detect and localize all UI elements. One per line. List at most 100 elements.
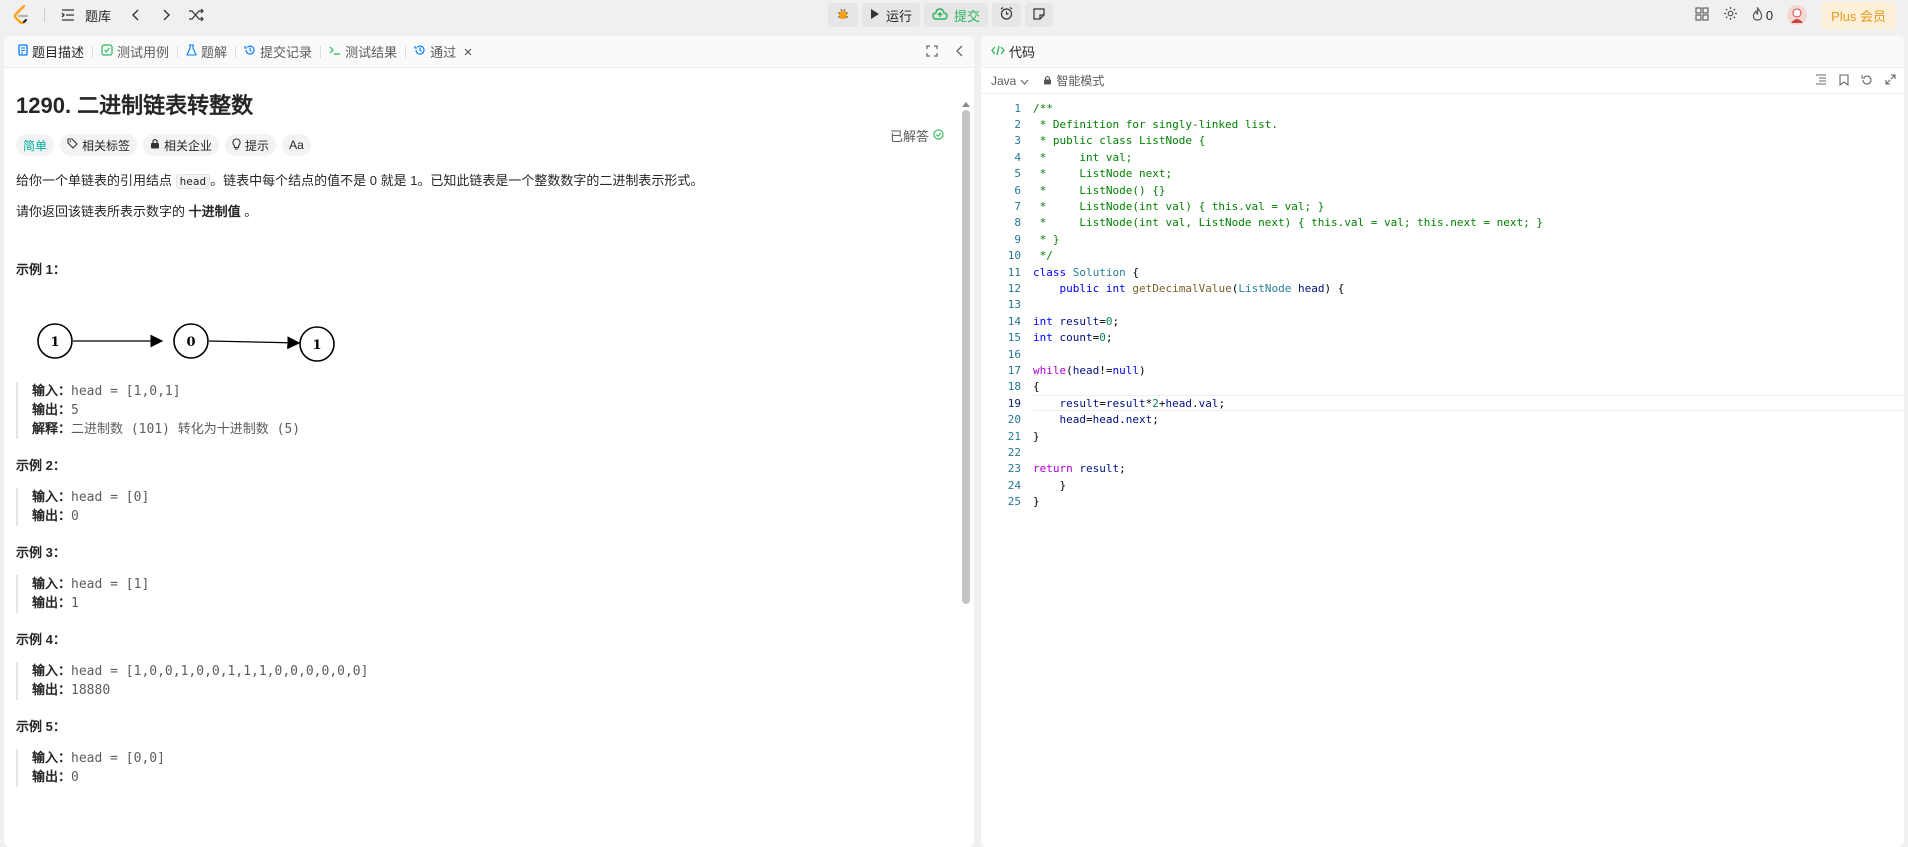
top-bar: 题库 运行 提交 0 Plus 会员 — [0, 0, 1908, 30]
example-block: 输入：head = [1] 输出：1 — [16, 575, 962, 613]
tab-test-result-label: 测试结果 — [345, 45, 398, 60]
line-number: 7 — [1014, 200, 1021, 214]
submit-button[interactable]: 提交 — [924, 3, 989, 27]
alarm-clock-icon — [1000, 7, 1013, 23]
run-button[interactable]: 运行 — [862, 3, 921, 27]
related-tags-label: 相关标签 — [82, 138, 131, 153]
timer-button[interactable] — [992, 3, 1022, 27]
input-label: 输入： — [32, 489, 72, 504]
code-header: 代码 — [981, 36, 1904, 68]
code-line: 23 return result; — [981, 461, 1904, 477]
terminal-icon — [329, 44, 341, 59]
desc1-text-a: 给你一个单链表的引用结点 — [16, 173, 176, 188]
lock-icon — [1043, 74, 1052, 88]
tab-description[interactable]: 题目描述 — [12, 42, 90, 61]
chevron-right-icon[interactable] — [155, 4, 177, 26]
description-content: 1290. 二进制链表转整数 已解答 简单 相关标签 相关企业 提示 Aa 给你… — [4, 68, 974, 847]
line-number: 14 — [1007, 314, 1021, 328]
close-icon[interactable] — [464, 44, 472, 59]
tab-solutions[interactable]: 题解 — [180, 42, 233, 61]
line-number: 10 — [1007, 249, 1021, 263]
line-number: 1 — [1014, 101, 1021, 115]
code-line: 12 public int getDecimalValue(ListNode h… — [981, 280, 1904, 296]
example-title: 示例 5： — [16, 719, 66, 734]
language-select[interactable]: Java — [991, 74, 1029, 88]
play-icon — [870, 8, 880, 23]
shuffle-icon[interactable] — [185, 4, 207, 26]
scroll-up-arrow[interactable] — [962, 102, 970, 107]
tab-testcase[interactable]: 测试用例 — [95, 42, 175, 61]
input-label: 输入： — [32, 576, 72, 591]
smart-mode-toggle[interactable]: 智能模式 — [1043, 72, 1104, 89]
collapse-chevron-icon[interactable] — [956, 45, 964, 60]
translate-button[interactable]: Aa — [282, 134, 311, 156]
line-number: 6 — [1014, 183, 1021, 197]
submit-label: 提交 — [954, 8, 981, 24]
output-label: 输出： — [32, 682, 72, 697]
note-icon — [1033, 7, 1045, 23]
bookmark-icon[interactable] — [1839, 73, 1849, 89]
reset-icon[interactable] — [1861, 74, 1873, 89]
code-editor[interactable]: 1/** 2 * Definition for singly-linked li… — [981, 94, 1904, 510]
scrollbar-thumb[interactable] — [962, 110, 970, 604]
notes-button[interactable] — [1025, 3, 1054, 27]
code-line: 18{ — [981, 379, 1904, 395]
fullscreen-icon[interactable] — [926, 44, 938, 60]
left-tabs: 题目描述 测试用例 题解 提交记录 测试结果 通过 — [4, 36, 974, 68]
code-line: 7 * ListNode(int val) { this.val = val; … — [981, 198, 1904, 214]
tab-submissions[interactable]: 提交记录 — [238, 42, 318, 61]
gear-icon[interactable] — [1723, 6, 1738, 24]
leetcode-logo[interactable] — [12, 5, 32, 25]
code-line: 13 — [981, 297, 1904, 313]
description-paragraph-2: 请你返回该链表所表示数字的 十进制值 。 — [16, 203, 962, 221]
expand-icon[interactable] — [1885, 74, 1896, 88]
plus-member-button[interactable]: Plus 会员 — [1821, 1, 1896, 29]
checkbox-icon — [101, 44, 113, 59]
code-line: 5 * ListNode next; — [981, 166, 1904, 182]
debug-button[interactable] — [828, 3, 858, 27]
history-icon — [244, 44, 256, 59]
format-icon[interactable] — [1815, 74, 1827, 88]
code-line: 10 */ — [981, 248, 1904, 264]
streak-counter[interactable]: 0 — [1752, 5, 1773, 24]
code-line: 15 int count=0; — [981, 329, 1904, 345]
example-output: 0 — [71, 509, 79, 524]
output-label: 输出： — [32, 508, 72, 523]
problem-list-button[interactable]: 题库 — [57, 4, 111, 26]
line-number: 11 — [1007, 265, 1021, 279]
line-number: 17 — [1007, 363, 1021, 377]
related-tags-button[interactable]: 相关标签 — [60, 134, 138, 156]
example-block: 输入：head = [0,0] 输出：0 — [16, 749, 962, 787]
divider — [235, 45, 237, 58]
language-value: Java — [991, 73, 1017, 88]
example-output: 5 — [71, 403, 79, 418]
desc2-bold: 十进制值 — [188, 204, 241, 219]
line-number: 16 — [1007, 347, 1021, 361]
layout-icon[interactable] — [1695, 6, 1709, 24]
lock-icon — [150, 138, 160, 152]
line-number: 20 — [1007, 413, 1021, 427]
example-block: 输入：head = [0] 输出：0 — [16, 488, 962, 526]
line-number: 25 — [1007, 495, 1021, 509]
tab-test-result[interactable]: 测试结果 — [323, 42, 403, 61]
explain-label: 解释： — [32, 421, 72, 436]
solved-label: 已解答 — [889, 129, 929, 144]
line-number: 21 — [1007, 429, 1021, 443]
related-companies-button[interactable]: 相关企业 — [143, 134, 220, 156]
chevron-left-icon[interactable] — [125, 4, 147, 26]
desc1-code: head — [175, 174, 211, 189]
divider — [92, 45, 94, 58]
avatar[interactable] — [1787, 5, 1808, 25]
line-number: 19 — [1007, 396, 1021, 410]
input-label: 输入： — [32, 750, 72, 765]
desc1-text-b: 。链表中每个结点的值不是 0 就是 1。已知此链表是一个整数数字的二进制表示形式… — [210, 173, 704, 188]
tab-description-label: 题目描述 — [32, 45, 85, 60]
difficulty-badge: 简单 — [16, 134, 55, 156]
code-icon — [991, 44, 1005, 59]
example-block: 输入：head = [1,0,0,1,0,0,1,1,1,0,0,0,0,0,0… — [16, 662, 962, 700]
chevron-down-icon — [1020, 74, 1029, 88]
hint-button[interactable]: 提示 — [225, 134, 277, 156]
code-line: 16 — [981, 346, 1904, 362]
related-companies-label: 相关企业 — [164, 138, 213, 153]
tab-accepted[interactable]: 通过 — [408, 42, 478, 61]
